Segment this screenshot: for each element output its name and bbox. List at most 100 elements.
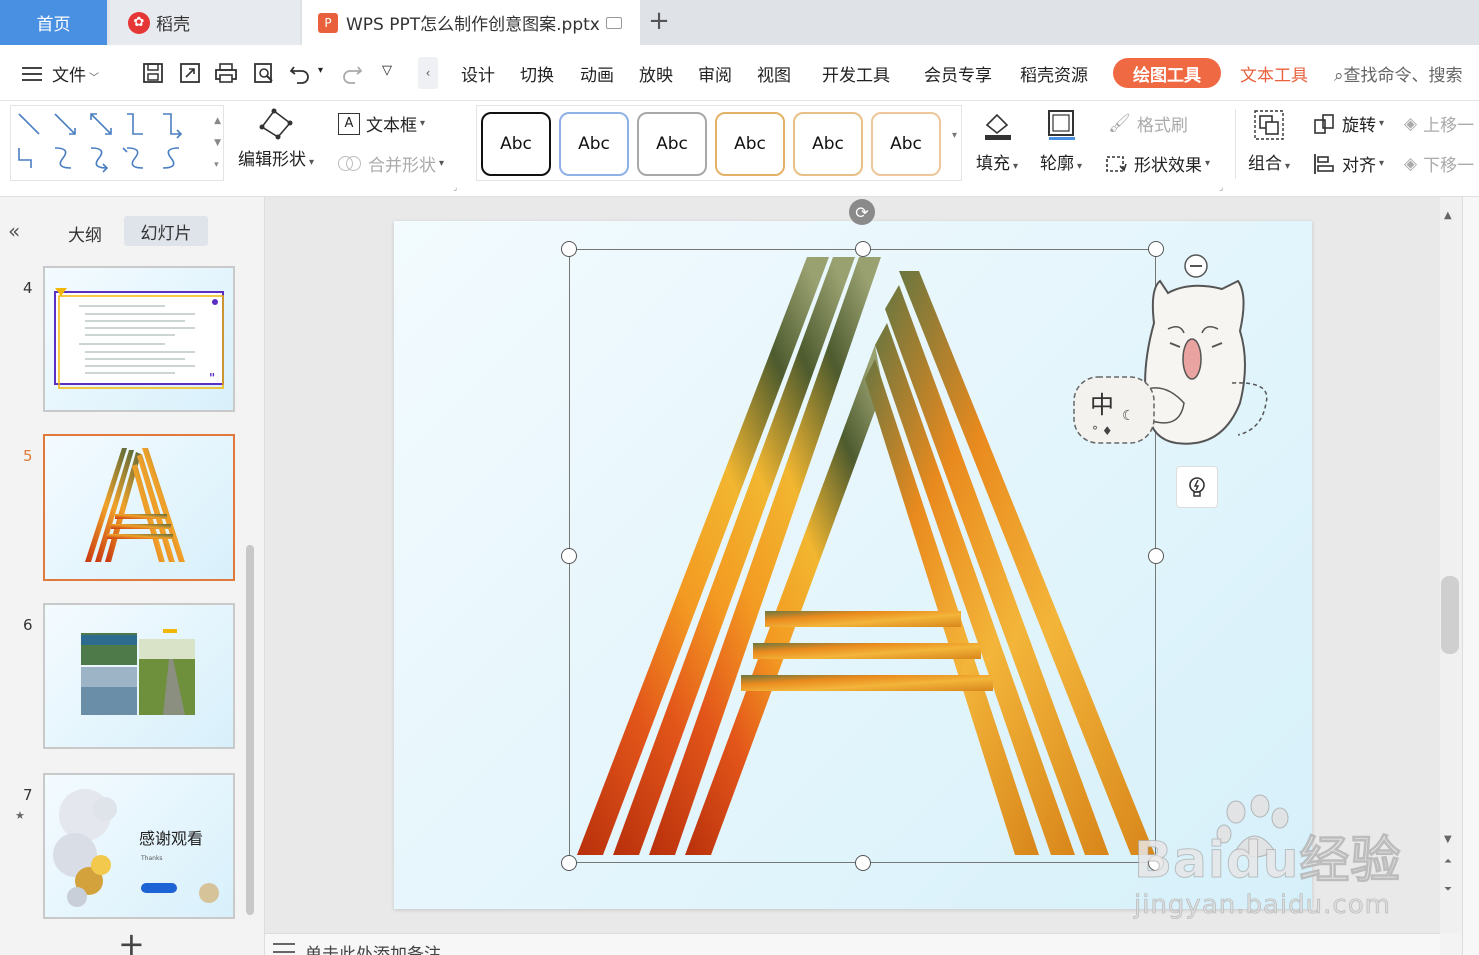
export-pdf-icon[interactable] (178, 61, 202, 85)
bring-forward-label: 上移一 (1423, 116, 1475, 136)
print-preview-icon[interactable] (252, 61, 276, 85)
bring-forward-button[interactable]: ◈ 上移一 (1404, 111, 1475, 137)
slide-thumbnail-5[interactable] (43, 434, 235, 581)
send-backward-label: 下移一 (1423, 156, 1475, 176)
caret-down-icon: ▾ (1077, 161, 1083, 172)
smart-suggestion-button[interactable] (1176, 466, 1218, 508)
rotate-button[interactable]: 旋转 ▾ (1312, 111, 1384, 136)
canvas-scroll-thumb[interactable] (1441, 576, 1459, 654)
launcher-icon[interactable]: ⌟ (1219, 183, 1223, 193)
menu-bar: 文件 ﹀ ▾ ▽ ‹ 设计 切换 动画 放映 审阅 视图 开发工具 会员专享 稻壳… (0, 45, 1479, 101)
caret-down-icon: ▾ (1379, 158, 1385, 169)
launcher-icon[interactable]: ⌟ (453, 183, 457, 193)
tab-daoke-label: 稻壳 (156, 15, 190, 35)
ribbon-divider (1235, 109, 1236, 179)
redo-icon[interactable] (340, 61, 364, 85)
notes-bar[interactable]: 单击此处添加备注 (265, 933, 1440, 955)
style-gallery-more-icon[interactable]: ▾ (952, 130, 957, 141)
tab-text-tools[interactable]: 文本工具 (1240, 61, 1308, 86)
edit-shape-button[interactable]: 编辑形状 ▾ (238, 105, 314, 170)
resize-handle-bottom[interactable] (855, 855, 871, 871)
caret-down-icon: ▾ (1205, 158, 1211, 169)
tab-daoke[interactable]: ✿ 稻壳 (110, 0, 300, 45)
format-painter-button[interactable]: 🖌 格式刷 (1108, 111, 1188, 136)
shape-style-4[interactable]: Abc (715, 112, 785, 176)
scroll-down-arrow-icon[interactable]: ▼ (1444, 834, 1452, 845)
watermark-url: jingyan.baidu.com (1134, 890, 1391, 921)
shape-style-6[interactable]: Abc (871, 112, 941, 176)
tab-home[interactable]: 首页 (0, 0, 107, 45)
resize-handle-bottom-left[interactable] (561, 855, 577, 871)
group-label: 组合 (1248, 154, 1282, 174)
slide-4-preview: " (54, 288, 224, 389)
menu-animation[interactable]: 动画 (580, 61, 614, 86)
shape-style-5[interactable]: Abc (793, 112, 863, 176)
slide-thumbnail-7[interactable]: 感谢观看 Thanks (43, 773, 235, 919)
next-slide-icon[interactable]: ⏷ (1444, 884, 1452, 895)
slide-7-title: 感谢观看 (139, 829, 204, 848)
text-box-button[interactable]: A 文本框 ▾ (338, 111, 425, 136)
shape-style-3[interactable]: Abc (637, 112, 707, 176)
hamburger-menu-icon[interactable] (22, 67, 42, 81)
tab-outline[interactable]: 大纲 (68, 221, 102, 246)
file-menu[interactable]: 文件 ﹀ (52, 61, 99, 86)
notes-placeholder: 单击此处添加备注 (305, 945, 441, 955)
customize-toolbar-icon[interactable]: ▽ (382, 63, 392, 78)
shape-style-1[interactable]: Abc (481, 112, 551, 176)
monitor-icon[interactable] (605, 16, 622, 29)
menu-transition[interactable]: 切换 (520, 61, 554, 86)
shape-effects-icon (1106, 155, 1127, 172)
save-icon[interactable] (141, 61, 165, 85)
group-button[interactable]: 组合 ▾ (1248, 107, 1290, 174)
canvas-vertical-scrollbar[interactable] (1440, 197, 1462, 933)
search-icon: ⌕ (1334, 66, 1344, 86)
animation-star-icon: ★ (15, 809, 25, 822)
send-backward-button[interactable]: ◈ 下移一 (1404, 151, 1475, 177)
previous-slide-icon[interactable]: ⏶ (1444, 856, 1452, 867)
bring-forward-icon: ◈ (1404, 113, 1418, 134)
shape-style-2[interactable]: Abc (559, 112, 629, 176)
scroll-up-arrow-icon[interactable]: ▲ (1444, 210, 1452, 221)
undo-icon[interactable] (288, 61, 312, 85)
resize-handle-right[interactable] (1148, 548, 1164, 564)
command-search[interactable]: ⌕查找命令、搜索 (1334, 61, 1463, 86)
menu-slideshow[interactable]: 放映 (639, 61, 673, 86)
resize-handle-top[interactable] (855, 241, 871, 257)
tab-slides[interactable]: 幻灯片 (124, 216, 208, 246)
menu-developer[interactable]: 开发工具 (822, 61, 890, 86)
fill-button[interactable]: 填充 ▾ (976, 107, 1018, 174)
scroll-left-icon[interactable]: ‹ (418, 57, 438, 89)
tab-drawing-tools[interactable]: 绘图工具 (1113, 58, 1221, 88)
new-tab-button[interactable]: + (645, 6, 673, 36)
menu-view[interactable]: 视图 (757, 61, 791, 86)
edit-shape-label: 编辑形状 (238, 150, 306, 170)
outline-button[interactable]: 轮廓 ▾ (1040, 107, 1082, 174)
menu-design[interactable]: 设计 (461, 61, 495, 86)
resize-handle-left[interactable] (561, 548, 577, 564)
align-button[interactable]: 对齐 ▾ (1312, 151, 1384, 176)
tab-document[interactable]: P WPS PPT怎么制作创意图案.pptx (302, 0, 640, 45)
merge-shape-button[interactable]: 合并形状 ▾ (338, 151, 444, 176)
print-icon[interactable] (214, 61, 238, 85)
shapes-gallery[interactable]: ▲ ▼ ▾ (10, 105, 224, 181)
slide-thumbnail-6[interactable] (43, 603, 235, 749)
slide-number: 6 (23, 616, 33, 634)
resize-handle-top-left[interactable] (561, 241, 577, 257)
collapse-panel-icon[interactable]: « (8, 219, 20, 243)
slide-panel: « 大纲 幻灯片 4 " 5 6 7 ★ 感谢观看 Thanks + (0, 197, 265, 955)
mascot-widget[interactable]: ☾ ° ♦ 中 (1072, 253, 1272, 457)
baidu-jingyan-watermark: Baidu经验 jingyan.baidu.com (1130, 794, 1410, 930)
menu-review[interactable]: 审阅 (698, 61, 732, 86)
panel-scrollbar[interactable] (246, 545, 254, 915)
merge-shape-icon (338, 154, 362, 174)
slide-thumbnail-4[interactable]: " (43, 266, 235, 412)
undo-dropdown-icon[interactable]: ▾ (318, 65, 323, 76)
rotate-handle-icon[interactable]: ⟳ (849, 199, 875, 225)
shape-effects-button[interactable]: 形状效果 ▾ (1104, 151, 1210, 176)
format-painter-icon: 🖌 (1108, 113, 1131, 134)
menu-member[interactable]: 会员专享 (924, 61, 992, 86)
menu-daoke-resources[interactable]: 稻壳资源 (1020, 61, 1088, 86)
add-slide-button[interactable]: + (118, 925, 145, 955)
gallery-scroll-icon[interactable]: ▲ ▼ ▾ (214, 110, 221, 176)
file-menu-label: 文件 (52, 66, 86, 86)
